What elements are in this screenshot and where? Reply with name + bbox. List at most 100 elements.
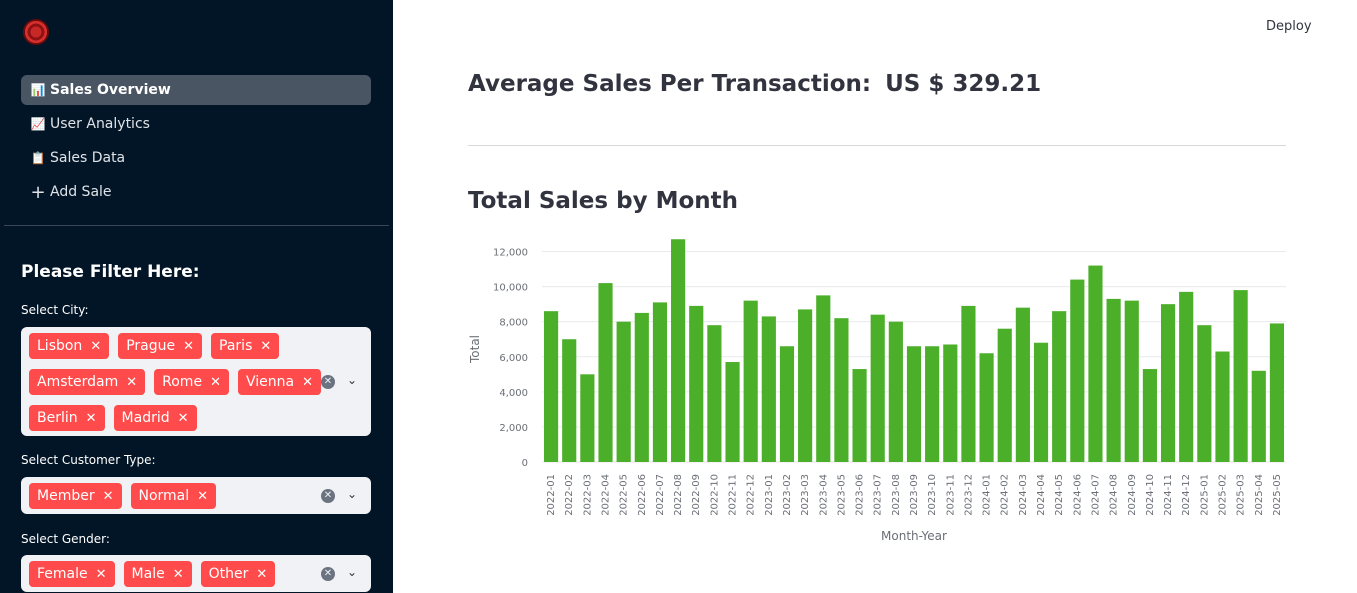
- x-tick-label: 2023-05: [836, 474, 847, 516]
- bar: [598, 283, 613, 462]
- remove-tag-icon[interactable]: ✕: [90, 339, 101, 354]
- x-tick-label: 2023-06: [855, 474, 866, 516]
- city-tag[interactable]: Rome ✕: [154, 369, 229, 395]
- bar: [852, 369, 867, 462]
- x-tick-label: 2024-01: [982, 474, 993, 516]
- remove-tag-icon[interactable]: ✕: [302, 375, 313, 390]
- remove-tag-icon[interactable]: ✕: [178, 411, 189, 426]
- bar: [1033, 342, 1049, 462]
- bar: [1160, 304, 1176, 462]
- y-tick-label: 12,000: [493, 248, 528, 259]
- sidebar: 📊 Sales Overview 📈 User Analytics 📋 Sale…: [0, 0, 393, 593]
- bar: [616, 321, 631, 462]
- bar: [1106, 298, 1121, 462]
- gender-tag[interactable]: Male ✕: [123, 561, 192, 587]
- remove-tag-icon[interactable]: ✕: [103, 489, 114, 504]
- x-tick-label: 2024-11: [1163, 474, 1174, 516]
- clear-all-icon[interactable]: ✕: [321, 374, 335, 389]
- x-tick-label: 2024-03: [1018, 474, 1029, 516]
- x-tick-label: 2023-12: [963, 474, 974, 516]
- trend-chart-icon: 📈: [30, 117, 46, 131]
- remove-tag-icon[interactable]: ✕: [260, 339, 271, 354]
- deploy-button[interactable]: Deploy: [1266, 19, 1312, 34]
- remove-tag-icon[interactable]: ✕: [183, 339, 194, 354]
- x-tick-label: 2024-07: [1090, 474, 1101, 516]
- clear-all-icon[interactable]: ✕: [321, 488, 335, 503]
- remove-tag-icon[interactable]: ✕: [126, 375, 137, 390]
- x-tick-label: 2024-08: [1109, 474, 1120, 516]
- city-tag[interactable]: Prague ✕: [118, 333, 203, 359]
- bar: [707, 325, 722, 462]
- bar: [1215, 351, 1230, 462]
- avg-sales-heading: Average Sales Per Transaction: US $ 329.2…: [468, 71, 1041, 97]
- x-tick-label: 2022-10: [709, 474, 720, 516]
- city-tag[interactable]: Berlin ✕: [29, 405, 105, 431]
- tag-label: Member: [37, 488, 95, 504]
- y-tick-label: 8,000: [499, 318, 528, 329]
- x-tick-label: 2022-05: [619, 474, 630, 516]
- nav-item-add-sale[interactable]: + Add Sale: [21, 177, 371, 207]
- bar: [652, 302, 668, 462]
- tag-label: Lisbon: [37, 338, 83, 354]
- x-tick-label: 2023-11: [945, 474, 956, 516]
- x-tick-label: 2024-04: [1036, 474, 1047, 516]
- customer-type-tag[interactable]: Normal ✕: [130, 483, 217, 509]
- remove-tag-icon[interactable]: ✕: [96, 567, 107, 582]
- chevron-down-icon[interactable]: ⌄: [347, 565, 357, 579]
- x-tick-label: 2022-01: [546, 474, 557, 516]
- nav-item-label: Add Sale: [50, 184, 112, 200]
- remove-tag-icon[interactable]: ✕: [210, 375, 221, 390]
- city-tag[interactable]: Paris ✕: [211, 333, 280, 359]
- city-tag[interactable]: Madrid ✕: [113, 405, 197, 431]
- city-tag[interactable]: Vienna ✕: [237, 369, 321, 395]
- x-tick-label: 2025-02: [1217, 474, 1228, 516]
- nav-item-sales-data[interactable]: 📋 Sales Data: [21, 143, 371, 173]
- nav-item-sales-overview[interactable]: 📊 Sales Overview: [21, 75, 371, 105]
- sidebar-divider: [4, 225, 389, 226]
- x-tick-label: 2025-04: [1254, 474, 1265, 516]
- x-tick-label: 2023-10: [927, 474, 938, 516]
- x-tick-label: 2022-06: [637, 474, 648, 516]
- bar: [671, 239, 686, 462]
- chevron-down-icon[interactable]: ⌄: [347, 373, 357, 387]
- bar: [1251, 370, 1266, 462]
- bar: [689, 305, 704, 462]
- bar: [888, 321, 903, 462]
- x-tick-label: 2024-12: [1181, 474, 1192, 516]
- gender-tag[interactable]: Female ✕: [29, 561, 115, 587]
- app-root: 📊 Sales Overview 📈 User Analytics 📋 Sale…: [0, 0, 1357, 593]
- remove-tag-icon[interactable]: ✕: [197, 489, 208, 504]
- gender-multiselect[interactable]: Female ✕ Male ✕ Other ✕ ✕ ⌄: [21, 555, 371, 592]
- city-tag[interactable]: Amsterdam ✕: [29, 369, 146, 395]
- customer-type-multiselect[interactable]: Member ✕ Normal ✕ ✕ ⌄: [21, 477, 371, 514]
- nav-item-user-analytics[interactable]: 📈 User Analytics: [21, 109, 371, 139]
- chevron-down-icon[interactable]: ⌄: [347, 487, 357, 501]
- bar: [543, 311, 559, 462]
- y-tick-label: 6,000: [499, 353, 528, 364]
- app-logo[interactable]: [23, 19, 49, 45]
- gender-tag[interactable]: Other ✕: [200, 561, 276, 587]
- city-tag[interactable]: Lisbon ✕: [29, 333, 110, 359]
- gender-filter-label: Select Gender:: [21, 532, 110, 546]
- bar: [997, 328, 1012, 462]
- city-multiselect[interactable]: Lisbon ✕ Prague ✕ Paris ✕ Amsterdam ✕ Rome ✕ …: [21, 327, 371, 436]
- bar: [1269, 323, 1285, 462]
- remove-tag-icon[interactable]: ✕: [256, 567, 267, 582]
- bar: [834, 318, 849, 462]
- bar: [1088, 265, 1103, 462]
- bar: [1015, 307, 1030, 462]
- x-tick-label: 2023-09: [909, 474, 920, 516]
- remove-tag-icon[interactable]: ✕: [86, 411, 97, 426]
- x-tick-label: 2023-08: [891, 474, 902, 516]
- bar: [1142, 369, 1157, 462]
- remove-tag-icon[interactable]: ✕: [173, 567, 184, 582]
- nav-item-label: Sales Overview: [50, 82, 171, 98]
- bar: [798, 309, 813, 462]
- customer-type-tag[interactable]: Member ✕: [29, 483, 122, 509]
- x-tick-label: 2025-05: [1272, 474, 1283, 516]
- x-tick-label: 2024-05: [1054, 474, 1065, 516]
- clear-all-icon[interactable]: ✕: [321, 566, 335, 581]
- bar: [906, 346, 922, 462]
- section-divider: [468, 145, 1286, 146]
- y-tick-label: 0: [522, 458, 528, 469]
